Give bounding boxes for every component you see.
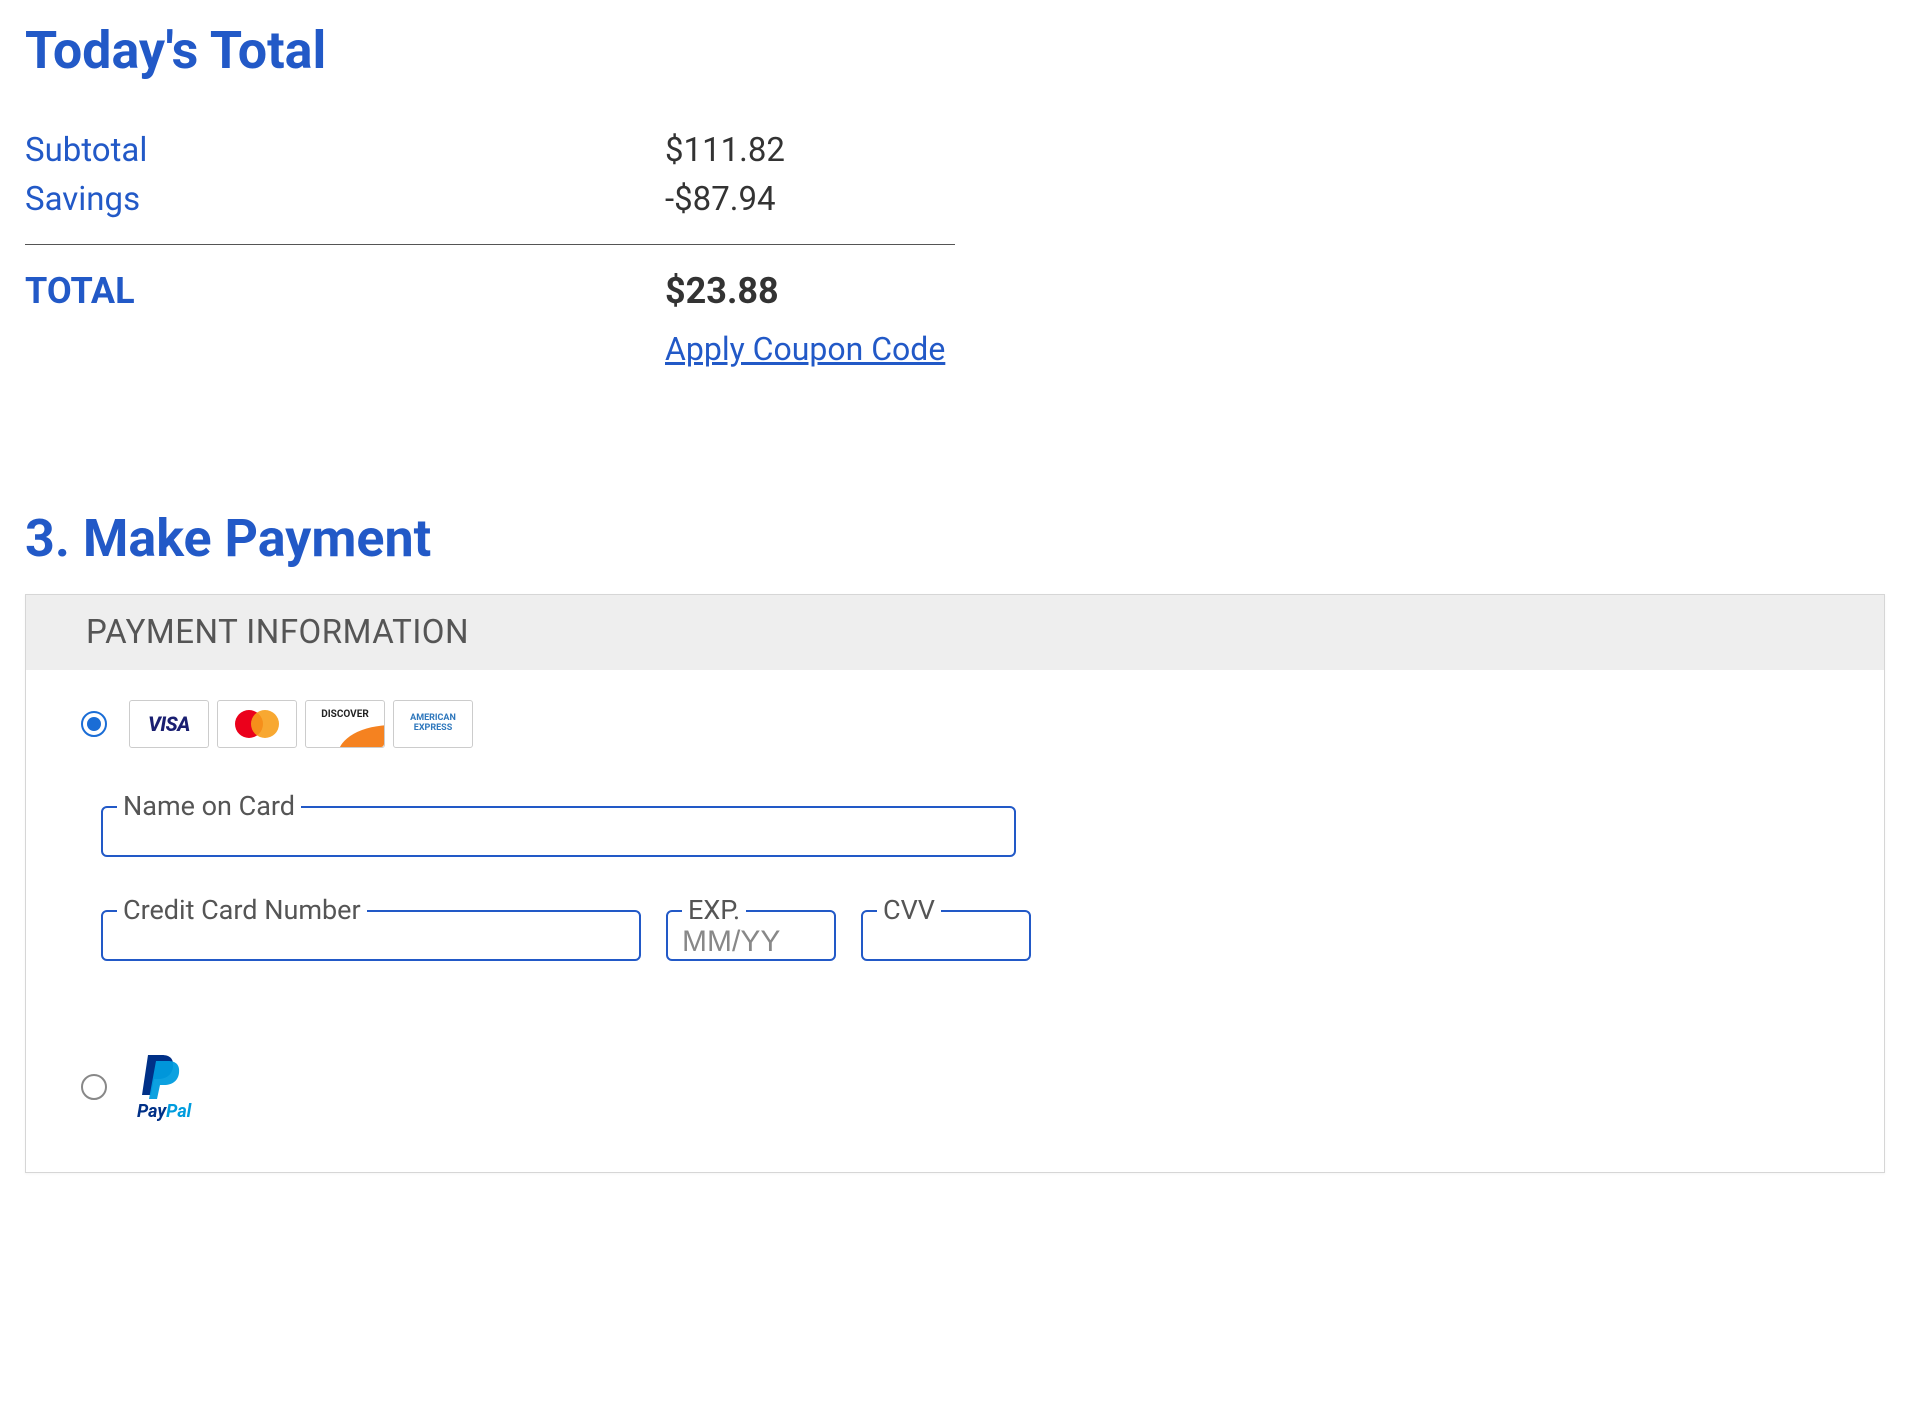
cc-number-input[interactable]	[117, 925, 625, 959]
cvv-label: CVV	[877, 897, 941, 924]
cvv-fieldset: CVV	[861, 897, 1031, 961]
apply-coupon-link[interactable]: Apply Coupon Code	[665, 330, 945, 368]
subtotal-value: $111.82	[665, 131, 785, 170]
totals-table: Subtotal $111.82 Savings -$87.94 TOTAL $…	[25, 131, 955, 368]
cc-row: Credit Card Number EXP. CVV	[101, 897, 1829, 961]
discover-label: DISCOVER	[306, 709, 384, 720]
card-logos: VISA DISCOVER AMERICANEXPRESS	[129, 700, 473, 748]
exp-input[interactable]	[682, 925, 820, 959]
savings-value: -$87.94	[665, 180, 776, 219]
visa-icon: VISA	[129, 700, 209, 748]
exp-fieldset: EXP.	[666, 897, 836, 961]
payment-info-header: PAYMENT INFORMATION	[26, 595, 1884, 670]
amex-label: AMERICANEXPRESS	[410, 714, 456, 734]
cvv-input[interactable]	[877, 925, 1015, 959]
card-fields: Name on Card Credit Card Number EXP. CVV	[81, 793, 1829, 961]
paypal-label: PayPal	[137, 1101, 191, 1122]
payment-panel: PAYMENT INFORMATION VISA DISCOVER	[25, 594, 1885, 1173]
amex-icon: AMERICANEXPRESS	[393, 700, 473, 748]
subtotal-row: Subtotal $111.82	[25, 131, 955, 170]
make-payment-heading: 3. Make Payment	[25, 508, 1895, 569]
total-value: $23.88	[665, 270, 779, 312]
paypal-method-row: PayPal	[81, 1051, 1829, 1122]
cc-number-fieldset: Credit Card Number	[101, 897, 641, 961]
savings-label: Savings	[25, 180, 665, 219]
subtotal-label: Subtotal	[25, 131, 665, 170]
visa-label: VISA	[148, 712, 190, 736]
mastercard-icon	[217, 700, 297, 748]
name-on-card-input[interactable]	[117, 821, 1000, 855]
totals-divider	[25, 244, 955, 245]
todays-total-heading: Today's Total	[25, 20, 1895, 81]
cc-number-label: Credit Card Number	[117, 897, 367, 924]
paypal-icon: PayPal	[137, 1051, 191, 1122]
total-row: TOTAL $23.88	[25, 270, 955, 312]
payment-panel-body: VISA DISCOVER AMERICANEXPRESS Name o	[26, 670, 1884, 1172]
savings-row: Savings -$87.94	[25, 180, 955, 219]
credit-card-radio[interactable]	[81, 711, 107, 737]
total-label: TOTAL	[25, 270, 665, 312]
credit-card-method-row: VISA DISCOVER AMERICANEXPRESS	[81, 700, 1829, 748]
exp-label: EXP.	[682, 897, 746, 924]
coupon-row: Apply Coupon Code	[665, 330, 955, 368]
name-on-card-label: Name on Card	[117, 793, 301, 820]
paypal-radio[interactable]	[81, 1074, 107, 1100]
discover-icon: DISCOVER	[305, 700, 385, 748]
name-on-card-fieldset: Name on Card	[101, 793, 1016, 857]
